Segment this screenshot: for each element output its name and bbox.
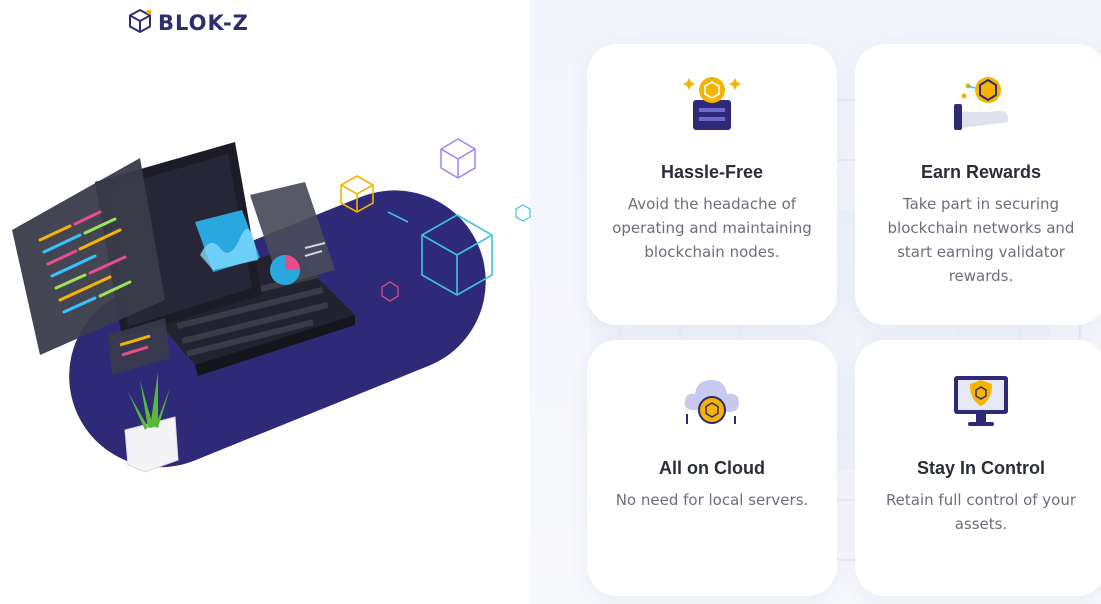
hero-illustration [0, 130, 540, 500]
feature-description: Take part in securing blockchain network… [887, 195, 1075, 285]
cube-icon [128, 8, 152, 39]
feature-description: Avoid the headache of operating and main… [612, 195, 812, 261]
brand-logo[interactable]: BLOK-Z [128, 8, 249, 38]
server-coin-icon [681, 72, 743, 139]
feature-card-hassle-free[interactable]: Hassle-Free Avoid the headache of operat… [587, 44, 837, 325]
feature-title: Earn Rewards [920, 162, 1042, 182]
feature-card-stay-in-control[interactable]: Stay In Control Retain full control of y… [855, 340, 1101, 596]
feature-title: All on Cloud [659, 458, 765, 478]
feature-description: Retain full control of your assets. [885, 491, 1077, 533]
feature-title: Stay In Control [916, 458, 1045, 478]
feature-title: Hassle-Free [660, 162, 764, 182]
feature-description: No need for local servers. [615, 491, 809, 509]
monitor-shield-icon [950, 368, 1012, 435]
hand-coin-icon [950, 72, 1012, 139]
brand-name: BLOK-Z [158, 11, 249, 35]
feature-card-earn-rewards[interactable]: Earn Rewards Take part in securing block… [855, 44, 1101, 325]
feature-card-all-on-cloud[interactable]: All on Cloud No need for local servers. [587, 340, 837, 596]
cloud-coin-icon [681, 368, 743, 435]
